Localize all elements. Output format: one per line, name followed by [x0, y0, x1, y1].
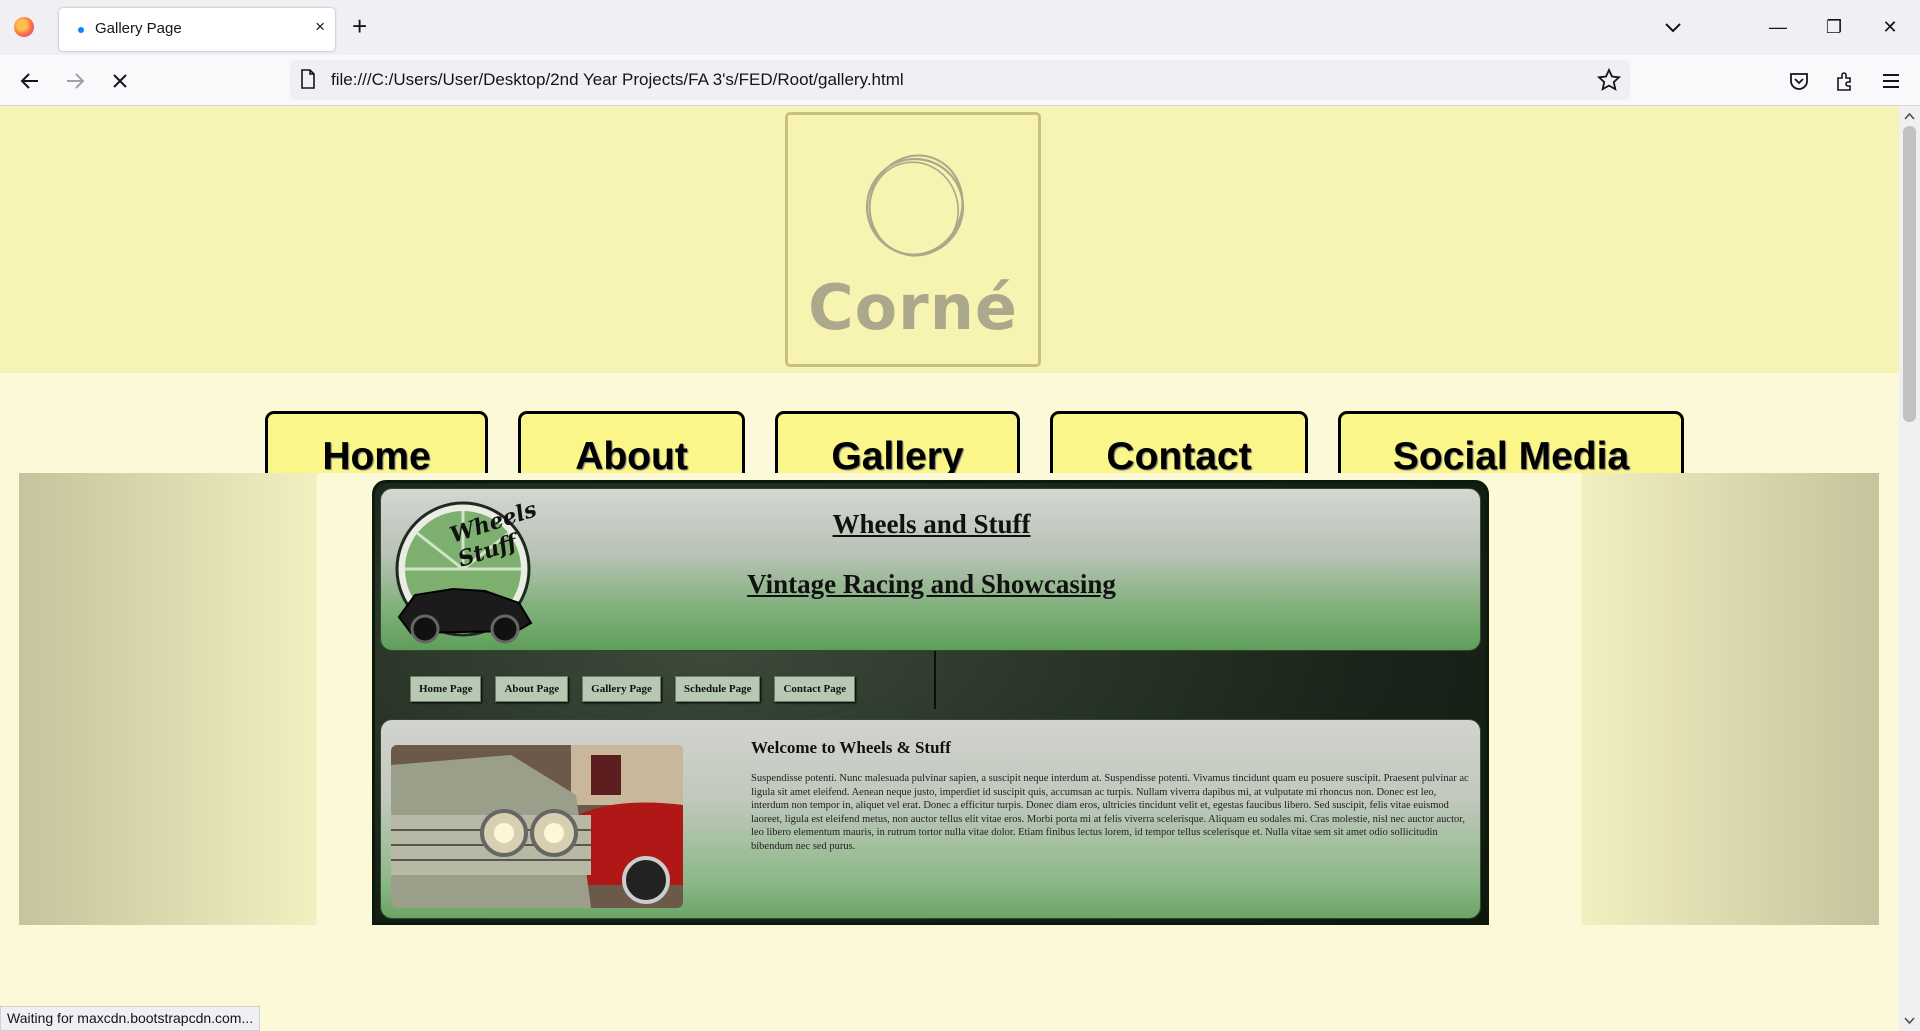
logo-circles-icon	[865, 154, 965, 257]
firefox-icon	[14, 17, 34, 37]
vertical-scrollbar[interactable]	[1899, 106, 1920, 1031]
page-viewport: Corné Home About Gallery Contact Social …	[0, 106, 1899, 1031]
gallery-image-website[interactable]: Wheels Stuff Wheels and Stuff Vintage Ra…	[372, 480, 1489, 925]
menu-button[interactable]	[1875, 65, 1907, 97]
bookmark-star-icon[interactable]	[1596, 67, 1622, 93]
puzzle-icon	[1837, 72, 1851, 91]
scroll-up-arrow-icon[interactable]	[1903, 110, 1916, 123]
loading-dot-icon	[78, 27, 84, 33]
tab-title: Gallery Page	[95, 20, 182, 37]
back-button[interactable]	[14, 65, 46, 97]
site-logo[interactable]: Corné	[785, 112, 1041, 367]
preview-nav-about: About Page	[495, 676, 569, 702]
preview-body: Welcome to Wheels & Stuff Suspendisse po…	[380, 719, 1481, 919]
preview-header: Wheels Stuff Wheels and Stuff Vintage Ra…	[380, 488, 1481, 651]
page-icon	[301, 69, 315, 89]
preview-nav-schedule: Schedule Page	[674, 676, 761, 702]
preview-welcome-heading: Welcome to Wheels & Stuff	[751, 738, 951, 757]
preview-title: Wheels and Stuff	[832, 509, 1031, 539]
navigation-toolbar: file:///C:/Users/User/Desktop/2nd Year P…	[0, 55, 1920, 106]
preview-subtitle: Vintage Racing and Showcasing	[747, 569, 1116, 599]
scroll-down-arrow-icon[interactable]	[1903, 1014, 1916, 1027]
page-header: Corné	[0, 106, 1899, 373]
arrow-left-icon	[20, 73, 38, 89]
pocket-icon	[1790, 73, 1808, 90]
list-all-tabs-icon[interactable]	[1660, 14, 1686, 40]
new-tab-button[interactable]: +	[352, 12, 367, 40]
preview-nav-gallery: Gallery Page	[582, 676, 661, 702]
address-bar[interactable]: file:///C:/Users/User/Desktop/2nd Year P…	[290, 60, 1630, 100]
minimize-button[interactable]: —	[1758, 10, 1798, 44]
scrollbar-thumb[interactable]	[1903, 126, 1916, 422]
preview-nav: Home Page About Page Gallery Page Schedu…	[410, 676, 856, 702]
restore-button[interactable]: ❐	[1814, 10, 1854, 44]
logo-wordmark: Corné	[808, 271, 1018, 344]
hamburger-icon	[1883, 74, 1899, 88]
pocket-button[interactable]	[1783, 65, 1815, 97]
status-bar: Waiting for maxcdn.bootstrapcdn.com...	[0, 1006, 261, 1031]
preview-nav-contact: Contact Page	[774, 676, 856, 702]
tab-close-icon[interactable]: ×	[315, 17, 325, 37]
close-window-button[interactable]: ✕	[1870, 10, 1910, 44]
tab-bar: Gallery Page × + — ❐ ✕	[0, 0, 1920, 55]
preview-nav-home: Home Page	[410, 676, 482, 702]
url-text[interactable]: file:///C:/Users/User/Desktop/2nd Year P…	[331, 70, 904, 90]
preview-divider	[934, 651, 936, 709]
arrow-right-icon	[67, 73, 85, 89]
vintage-car-photo	[391, 745, 683, 908]
forward-button[interactable]	[59, 65, 91, 97]
tab-gallery-page[interactable]: Gallery Page ×	[59, 8, 335, 51]
stop-button[interactable]	[104, 65, 136, 97]
extensions-button[interactable]	[1829, 65, 1861, 97]
stop-x-icon	[113, 74, 127, 88]
preview-body-text: Suspendisse potenti. Nunc malesuada pulv…	[751, 773, 1469, 852]
